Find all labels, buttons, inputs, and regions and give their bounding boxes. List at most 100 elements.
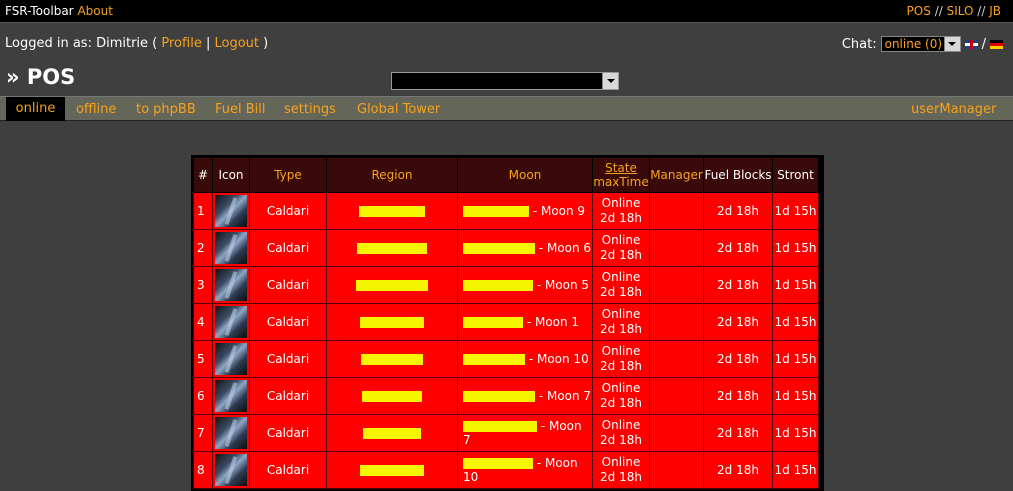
chat-select[interactable]: online (0) (880, 36, 961, 52)
row-manager (649, 340, 704, 378)
table-row[interactable]: 3 Caldari - Moon 5 Online 2d 18h 2d 18h 1d 15… (193, 266, 819, 304)
redacted-region (357, 243, 427, 254)
row-region (326, 266, 458, 304)
login-status: Logged in as: Dimitrie ( Profile | Logou… (5, 36, 268, 51)
redacted-moon (463, 280, 533, 291)
tab-user-manager[interactable]: userManager (911, 102, 996, 117)
tower-icon-cell (212, 303, 250, 341)
row-region (326, 192, 458, 230)
chat-label: Chat: (841, 36, 877, 52)
tab-offline[interactable]: offline (76, 102, 116, 117)
pos-filter-select[interactable] (391, 72, 619, 90)
row-state: Online 2d 18h (592, 451, 650, 489)
row-manager (649, 229, 704, 267)
redacted-moon (463, 421, 537, 432)
about-link[interactable]: About (77, 4, 112, 18)
redacted-region (360, 465, 424, 476)
row-type: Caldari (249, 377, 327, 415)
chat-area: Chat: online (0) / (842, 36, 1003, 52)
control-tower-icon (215, 232, 247, 264)
state-time: 2d 18h (600, 211, 642, 225)
row-stront: 1d 15h (772, 377, 819, 415)
row-region (326, 303, 458, 341)
tab-fuel-bill[interactable]: Fuel Bill (215, 102, 266, 117)
table-row[interactable]: 8 Caldari - Moon 10 Online 2d 18h 2d 18h 1d 1… (193, 451, 819, 489)
logout-link[interactable]: Logout (214, 36, 259, 51)
table-row[interactable]: 5 Caldari - Moon 10 Online 2d 18h 2d 18h 1d 1… (193, 340, 819, 378)
row-stront: 1d 15h (772, 451, 819, 489)
control-tower-icon (215, 380, 247, 412)
table-row[interactable]: 2 Caldari - Moon 6 Online 2d 18h 2d 18h 1d 15… (193, 229, 819, 267)
row-number: 1 (193, 192, 213, 230)
sort-state-link[interactable]: State (605, 161, 637, 175)
control-tower-icon (215, 306, 247, 338)
state-time: 2d 18h (600, 470, 642, 484)
row-manager (649, 266, 704, 304)
chevron-down-icon[interactable] (602, 73, 618, 89)
tower-icon-cell (212, 414, 250, 452)
row-fuel-blocks: 2d 18h (703, 229, 773, 267)
german-flag-icon[interactable] (990, 39, 1003, 49)
redacted-moon (463, 391, 535, 402)
table-row[interactable]: 6 Caldari - Moon 7 Online 2d 18h 2d 18h 1d 15… (193, 377, 819, 415)
redacted-region (359, 206, 425, 217)
state-label: Online (601, 307, 641, 321)
control-tower-icon (215, 195, 247, 227)
row-stront: 1d 15h (772, 340, 819, 378)
tower-icon-cell (212, 377, 250, 415)
tower-icon-cell (212, 266, 250, 304)
row-number: 4 (193, 303, 213, 341)
row-type: Caldari (249, 229, 327, 267)
tab-global-tower[interactable]: Global Tower (357, 102, 440, 117)
row-region (326, 377, 458, 415)
state-time: 2d 18h (600, 285, 642, 299)
row-manager (649, 303, 704, 341)
top-bar: FSR-Toolbar About POS // SILO // JB (0, 0, 1013, 23)
redacted-region (363, 428, 421, 439)
tab-settings[interactable]: settings (284, 102, 336, 117)
tab-to-phpbb[interactable]: to phpBB (136, 102, 196, 117)
table-row[interactable]: 4 Caldari - Moon 1 Online 2d 18h 2d 18h 1d 15… (193, 303, 819, 341)
chevron-down-icon[interactable] (943, 37, 960, 51)
moon-label: - Moon 7 (538, 389, 592, 403)
row-stront: 1d 15h (772, 303, 819, 341)
tab-online[interactable]: online (6, 97, 65, 121)
col-header-num: # (193, 157, 213, 193)
moon-label: - Moon 6 (538, 241, 592, 255)
table-row[interactable]: 1 Caldari - Moon 9 Online 2d 18h 2d 18h 1d 15… (193, 192, 819, 230)
row-stront: 1d 15h (772, 229, 819, 267)
row-moon: - Moon 9 (457, 192, 593, 230)
tower-icon-cell (212, 229, 250, 267)
row-type: Caldari (249, 303, 327, 341)
row-fuel-blocks: 2d 18h (703, 266, 773, 304)
silo-link[interactable]: SILO (947, 4, 974, 18)
state-label: Online (601, 381, 641, 395)
row-fuel-blocks: 2d 18h (703, 377, 773, 415)
pos-table: # Icon Type Region Moon State maxTime Ma… (191, 155, 824, 491)
row-fuel-blocks: 2d 18h (703, 451, 773, 489)
state-time: 2d 18h (600, 322, 642, 336)
row-type: Caldari (249, 266, 327, 304)
col-header-stront: Stront (772, 157, 819, 193)
row-manager (649, 451, 704, 489)
uk-flag-icon[interactable] (964, 39, 978, 49)
row-state: Online 2d 18h (592, 266, 650, 304)
row-number: 8 (193, 451, 213, 489)
redacted-region (361, 354, 423, 365)
redacted-region (356, 280, 428, 291)
tower-icon-cell (212, 340, 250, 378)
table-row[interactable]: 7 Caldari - Moon 7 Online 2d 18h 2d 18h 1d 15… (193, 414, 819, 452)
col-header-manager: Manager (649, 157, 704, 193)
state-time: 2d 18h (600, 433, 642, 447)
row-state: Online 2d 18h (592, 340, 650, 378)
pos-link[interactable]: POS (907, 4, 931, 18)
moon-label: - Moon 10 (528, 352, 589, 366)
state-label: Online (601, 270, 641, 284)
row-state: Online 2d 18h (592, 229, 650, 267)
profile-link[interactable]: Profile (161, 36, 201, 51)
control-tower-icon (215, 417, 247, 449)
jb-link[interactable]: JB (989, 4, 1001, 18)
app-name: FSR-Toolbar (5, 4, 74, 18)
row-state: Online 2d 18h (592, 303, 650, 341)
row-manager (649, 377, 704, 415)
